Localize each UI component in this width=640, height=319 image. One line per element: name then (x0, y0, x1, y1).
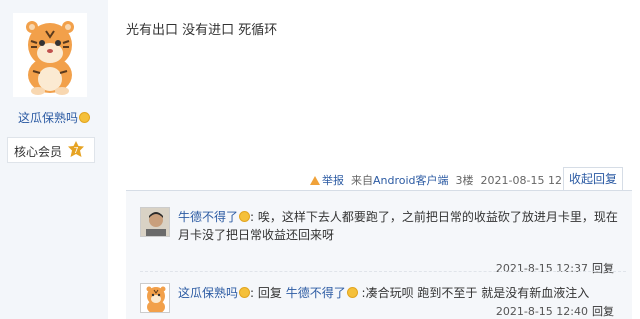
reply-author-link[interactable]: 牛德不得了 (178, 210, 238, 224)
reply-avatar[interactable] (140, 207, 170, 237)
reply-item: 牛德不得了: 唉，这样下去人都要跑了，之前把日常的收益砍了放进月卡里，现在月卡没… (140, 205, 626, 275)
tiger-avatar-icon (13, 13, 87, 97)
member-label: 核心会员 (14, 145, 63, 159)
reply-meta: 2021-8-15 12:40 回复 (496, 303, 614, 319)
emoji-icon (79, 112, 90, 123)
user-sidebar: 这瓜保熟吗 核心会员 7 (0, 0, 108, 319)
source-prefix: 来自 (351, 174, 373, 187)
report-link[interactable]: 举报 (310, 174, 344, 187)
person-avatar-icon (141, 208, 169, 236)
reply-text: 这瓜保熟吗: 回复 牛德不得了 :凑合玩呗 跑到不至于 就是没有新血液注入 (178, 284, 626, 302)
reply-text: 牛德不得了: 唉，这样下去人都要跑了，之前把日常的收益砍了放进月卡里，现在月卡没… (178, 208, 626, 244)
reply-avatar[interactable] (140, 283, 170, 313)
level-badge-icon: 7 (68, 141, 84, 157)
level-number: 7 (73, 146, 78, 155)
emoji-icon (239, 211, 251, 222)
reply-time: 2021-8-15 12:40 (495, 305, 588, 318)
tiger-avatar-icon (141, 284, 169, 312)
poster-name-link[interactable]: 这瓜保熟吗 (0, 109, 108, 126)
reply-button[interactable]: 回复 (592, 305, 614, 318)
warning-icon (310, 176, 320, 185)
poster-avatar[interactable] (13, 13, 87, 97)
member-badge[interactable]: 核心会员 7 (7, 137, 95, 163)
post-floor: 这瓜保熟吗 核心会员 7 光有出口 没有进口 死循环 举报 来自Android客户… (0, 0, 640, 319)
reply-box: 牛德不得了: 唉，这样下去人都要跑了，之前把日常的收益砍了放进月卡里，现在月卡没… (126, 190, 632, 319)
reply-author-link[interactable]: 这瓜保熟吗 (178, 286, 238, 300)
reply-content: :凑合玩呗 跑到不至于 就是没有新血液注入 (357, 286, 590, 300)
poster-name[interactable]: 这瓜保熟吗 (18, 111, 78, 125)
post-content: 光有出口 没有进口 死循环 (126, 23, 278, 38)
post-footer: 举报 来自Android客户端 3楼 2021-08-15 12:35 (310, 172, 580, 188)
emoji-icon (239, 287, 251, 298)
reply-item: 这瓜保熟吗: 回复 牛德不得了 :凑合玩呗 跑到不至于 就是没有新血液注入 20… (140, 271, 626, 319)
reply-target-link[interactable]: 牛德不得了 (286, 286, 346, 300)
floor-number: 3楼 (455, 174, 474, 187)
emoji-icon (346, 287, 358, 298)
reply-prefix: 回复 (254, 286, 286, 300)
collapse-reply-button[interactable]: 收起回复 (563, 167, 623, 191)
android-client-link[interactable]: Android客户端 (373, 174, 449, 187)
report-label: 举报 (322, 174, 344, 187)
